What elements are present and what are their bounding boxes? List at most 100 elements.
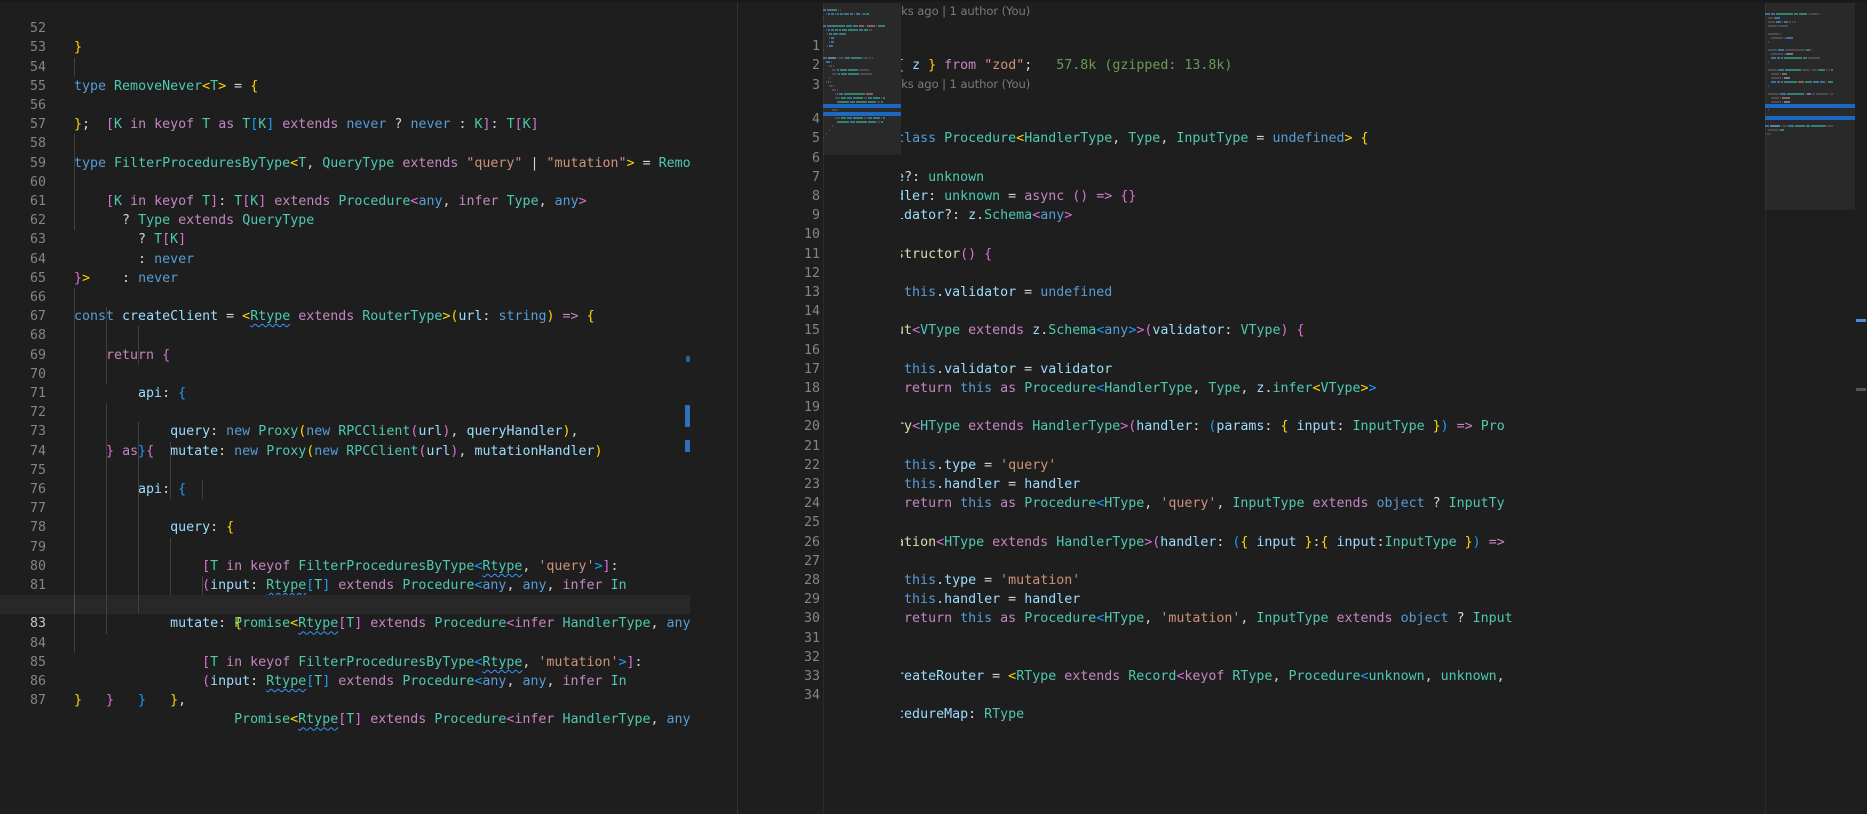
code-line[interactable]: 7 validator?: z.Schema<any> [780, 148, 1867, 223]
code-line[interactable]: 86 } [0, 653, 690, 708]
code-line[interactable]: 60 ? Type extends QueryType [0, 153, 690, 228]
minimap-token [1794, 21, 1796, 23]
minimap-token [853, 97, 864, 99]
code-line[interactable]: 19 this.type = 'query' [780, 379, 1867, 473]
minimap-token [865, 93, 874, 95]
minimap-token [832, 85, 834, 87]
minimap-token [1799, 13, 1807, 15]
editor-split-sash[interactable] [690, 0, 780, 814]
code-line[interactable]: 76 (input: Rtype[T] extends Procedure<an… [0, 460, 690, 593]
minimap-token [866, 13, 869, 15]
right-code-surface[interactable]: You, 4 weeks ago | 1 author (You) 1 impo… [780, 0, 1867, 814]
code-line[interactable]: 32 const createRouter = <RType extends R… [780, 629, 1867, 684]
code-line[interactable]: 15 return this as Procedure<HandlerType,… [780, 302, 1867, 396]
minimap-right[interactable] [1765, 0, 1855, 814]
code-line[interactable]: 30 [780, 590, 1867, 626]
code-line[interactable]: 54 type RemoveNever<T> = { [0, 38, 690, 94]
minimap-token [1771, 53, 1783, 55]
code-line[interactable]: 13 input<VType extends z.Schema<any>>(va… [780, 263, 1867, 338]
minimap-token [828, 129, 830, 131]
code-line[interactable]: 58 type FilterProceduresByType<T, QueryT… [0, 115, 690, 170]
code-line[interactable]: 71 } [0, 364, 690, 459]
code-line[interactable]: 27 return this as Procedure<HType, 'muta… [780, 532, 1867, 626]
minimap-token [831, 61, 833, 63]
code-line[interactable]: 34 ) => { [780, 667, 1867, 722]
code-line[interactable]: 82 Promise<Rtype[T] extends Procedure<in… [0, 576, 690, 727]
minimap-token [1785, 37, 1793, 39]
code-line-active[interactable]: 83 }, [0, 595, 690, 708]
code-line[interactable]: 64 }> [0, 230, 690, 286]
code-line[interactable]: 70 mutate: new Proxy(new RPCClient(url),… [0, 345, 690, 459]
code-line[interactable]: 18 query<HType extends HandlerType>(hand… [780, 359, 1867, 434]
code-line[interactable]: 6 handler: unknown = async () => {} [780, 129, 1867, 204]
code-line[interactable]: 4 export class Procedure<HandlerType, Ty… [780, 91, 1867, 146]
code-line[interactable]: 57 [0, 96, 690, 132]
code-line[interactable]: 66 const createClient = <Rtype extends R… [0, 269, 690, 324]
code-line[interactable]: 55 [K in keyof T as T[K] extends never ?… [0, 57, 690, 132]
code-line[interactable]: 17 [780, 340, 1867, 377]
code-line[interactable]: 10 this.validator = undefined [780, 206, 1867, 300]
code-line[interactable]: 9 constructor() { [780, 187, 1867, 262]
code-line[interactable]: 79 mutate: { [0, 518, 690, 631]
code-line[interactable]: 21 return this as Procedure<HType, 'quer… [780, 417, 1867, 511]
code-line[interactable]: 11 } [780, 225, 1867, 300]
minimap-left[interactable] [823, 0, 901, 814]
code-line[interactable]: 28 } [780, 551, 1867, 626]
code-line[interactable]: 8 [780, 167, 1867, 204]
code-line[interactable]: 52 } [0, 0, 690, 55]
code-line[interactable]: 61 ? T[K] [0, 172, 690, 247]
code-line[interactable]: 31 [780, 609, 1867, 646]
overview-ruler[interactable] [1855, 0, 1867, 814]
code-line[interactable]: 53 [0, 19, 690, 55]
code-line[interactable]: 84 } [0, 614, 690, 708]
overview-mark [1856, 388, 1866, 391]
code-line[interactable]: 65 [0, 250, 690, 286]
code-line[interactable]: 3 [780, 56, 1867, 93]
code-line[interactable]: 5 type?: unknown [780, 110, 1867, 185]
code-line[interactable]: 77 Promise<Rtype[T] extends Procedure<in… [0, 480, 690, 631]
code-line[interactable]: 26 this.handler = handler [780, 513, 1867, 607]
code-line[interactable]: 63 : never [0, 211, 690, 286]
minimap-token [828, 77, 830, 79]
code-line[interactable]: 24 mutation<HType extends HandlerType>(h… [780, 475, 1867, 550]
left-code-surface[interactable]: 52 } 53 54 type RemoveNever<T> = { 55 [K… [0, 0, 690, 814]
code-line[interactable]: 80 [T in keyof FilterProceduresByType<Rt… [0, 537, 690, 670]
code-line[interactable]: 68 api: { [0, 307, 690, 401]
minimap-token [1783, 81, 1797, 83]
code-line[interactable]: 56 }; [0, 77, 690, 132]
code-line[interactable]: 1 import { z } from "zod"; 57.8k (gzippe… [780, 18, 1867, 73]
code-line[interactable]: 74 query: { [0, 422, 690, 535]
minimap-token [881, 101, 884, 103]
code-line[interactable]: 67 return { [0, 288, 690, 363]
minimap-token [881, 121, 884, 123]
code-line[interactable]: 69 query: new Proxy(new RPCClient(url), … [0, 326, 690, 439]
minimap-token [1811, 49, 1813, 51]
code-line[interactable]: 25 this.type = 'mutation' [780, 494, 1867, 588]
minimap-token [850, 57, 863, 59]
minimap-token [839, 33, 846, 35]
code-line[interactable]: 75 [T in keyof FilterProceduresByType<Rt… [0, 441, 690, 574]
code-line[interactable]: 73 api: { [0, 403, 690, 497]
code-line[interactable]: 59 [K in keyof T]: T[K] extends Procedur… [0, 134, 690, 209]
code-line[interactable]: 23 [780, 455, 1867, 492]
minimap-token [860, 73, 872, 75]
code-line[interactable]: 87 [0, 672, 690, 708]
code-line[interactable]: 22 } [780, 436, 1867, 511]
code-line[interactable]: 14 this.validator = validator [780, 283, 1867, 377]
minimap-token [859, 69, 870, 71]
editor-pane-left[interactable]: 52 } 53 54 type RemoveNever<T> = { 55 [K… [0, 0, 690, 814]
code-line[interactable]: 20 this.handler = handler [780, 398, 1867, 492]
code-line[interactable]: 62 : never [0, 192, 690, 267]
minimap-token [1831, 93, 1833, 95]
code-line[interactable]: 81 (input: Rtype[T] extends Procedure<an… [0, 556, 690, 689]
code-line[interactable]: 29 } [780, 571, 1867, 626]
code-line[interactable]: 33 procedureMap: RType [780, 647, 1867, 722]
code-line[interactable]: 72 } as { [0, 384, 690, 459]
code-line[interactable]: 78 }, [0, 499, 690, 612]
editor-pane-right[interactable]: You, 4 weeks ago | 1 author (You) 1 impo… [780, 0, 1867, 814]
code-line[interactable]: 16 } [780, 321, 1867, 396]
code-line[interactable]: 2 [780, 37, 1867, 73]
code-line[interactable]: 12 [780, 244, 1867, 281]
minimap-token [1768, 129, 1779, 131]
code-line[interactable]: 85 } [0, 633, 690, 708]
